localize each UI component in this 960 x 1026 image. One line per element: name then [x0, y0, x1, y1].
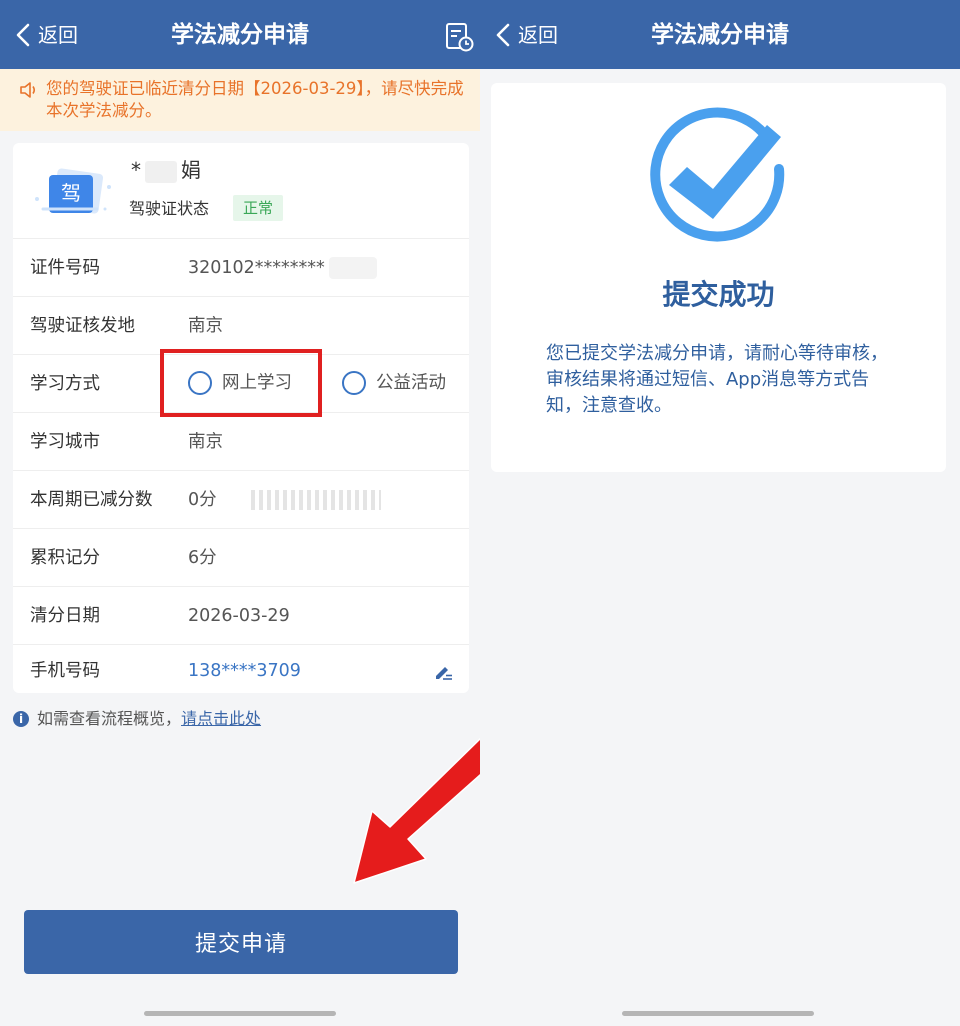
row-study-mode: 学习方式 网上学习 公益活动 — [13, 349, 469, 417]
status-badge: 正常 — [233, 195, 284, 221]
record-button[interactable] — [444, 22, 474, 52]
submit-button[interactable]: 提交申请 — [24, 910, 458, 974]
row-label: 累积记分 — [30, 548, 100, 568]
radio-label: 公益活动 — [376, 373, 446, 393]
page-title: 学法减分申请 — [171, 22, 309, 48]
row-clear-date: 清分日期 2026-03-29 — [13, 587, 469, 645]
red-arrow — [353, 737, 480, 884]
row-phone: 手机号码 138****3709 — [13, 645, 469, 697]
nav-bar: 返回 学法减分申请 — [480, 0, 960, 69]
redacted-mask — [329, 257, 377, 279]
redacted-mask — [251, 490, 381, 510]
row-reduced-points: 本周期已减分数 0分 — [13, 471, 469, 529]
radio-circle — [342, 371, 366, 395]
apply-screen: 返回 学法减分申请 您的驾驶证已临近清分日期【2026-03-29】，请尽快完成… — [0, 0, 480, 1026]
info-icon: i — [13, 711, 29, 727]
info-card: 驾 * 娟 驾驶证状态 正常 证件号码 320102******** 驾驶证核发地… — [13, 143, 469, 693]
row-accumulated-points: 累积记分 6分 — [13, 529, 469, 587]
nav-bar: 返回 学法减分申请 — [0, 0, 480, 69]
row-label: 学习城市 — [30, 432, 100, 452]
record-clock-icon — [446, 23, 474, 52]
page-title: 学法减分申请 — [651, 22, 789, 48]
row-label: 本周期已减分数 — [30, 490, 153, 510]
home-indicator[interactable] — [144, 1011, 336, 1016]
row-study-city: 学习城市 南京 — [13, 413, 469, 471]
license-status-label: 驾驶证状态 — [129, 199, 210, 218]
radio-online-study[interactable]: 网上学习 — [188, 371, 292, 395]
radio-circle — [188, 371, 212, 395]
license-icon: 驾 — [27, 157, 117, 227]
row-label: 清分日期 — [30, 606, 100, 626]
id-number-value: 320102******** — [188, 258, 325, 278]
reduced-points-value: 0分 — [188, 490, 217, 510]
accumulated-points-value: 6分 — [188, 548, 217, 568]
info-text: 如需查看流程概览， — [37, 709, 182, 728]
success-message: 您已提交学法减分申请，请耐心等待审核，审核结果将通过短信、App消息等方式告知，… — [546, 343, 888, 416]
profile-section: 驾 * 娟 驾驶证状态 正常 — [13, 143, 469, 239]
row-label: 手机号码 — [30, 661, 100, 681]
row-issue-place: 驾驶证核发地 南京 — [13, 297, 469, 355]
success-title: 提交成功 — [662, 278, 775, 311]
success-card: 提交成功 您已提交学法减分申请，请耐心等待审核，审核结果将通过短信、App消息等… — [491, 83, 946, 472]
edit-icon[interactable] — [433, 661, 453, 681]
radio-public-activity[interactable]: 公益活动 — [342, 371, 446, 395]
check-circle-icon — [650, 107, 785, 242]
speaker-icon — [20, 82, 36, 98]
driver-name: * 娟 — [131, 158, 201, 183]
row-label: 证件号码 — [30, 258, 100, 278]
row-label: 学习方式 — [30, 374, 100, 394]
study-city-value: 南京 — [188, 432, 223, 452]
home-indicator[interactable] — [622, 1011, 814, 1016]
notice-text: 您的驾驶证已临近清分日期【2026-03-29】，请尽快完成本次学法减分。 — [46, 79, 464, 120]
phone-value: 138****3709 — [188, 661, 301, 681]
radio-label: 网上学习 — [222, 373, 292, 393]
expiry-notice: 您的驾驶证已临近清分日期【2026-03-29】，请尽快完成本次学法减分。 — [0, 69, 480, 131]
clear-date-value: 2026-03-29 — [188, 606, 290, 626]
issue-place-value: 南京 — [188, 316, 223, 336]
row-id-number: 证件号码 320102******** — [13, 239, 469, 297]
process-link[interactable]: 请点击此处 — [181, 708, 261, 730]
license-char: 驾 — [61, 181, 81, 205]
success-screen: 返回 学法减分申请 提交成功 您已提交学法减分申请，请耐心等待审核，审核结果将通… — [480, 0, 960, 1026]
process-info: i 如需查看流程概览， 请点击此处 — [13, 708, 261, 730]
row-label: 驾驶证核发地 — [30, 316, 135, 336]
